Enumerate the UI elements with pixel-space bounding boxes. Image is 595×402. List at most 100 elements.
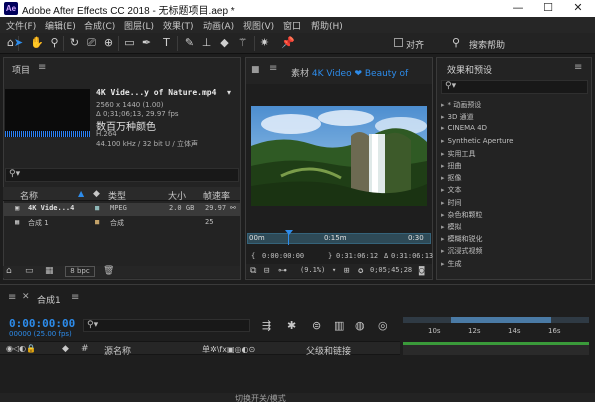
effects-category-item[interactable]: ▸ 实用工具 [441,149,476,159]
bit-depth-button[interactable]: 8 bpc [65,266,95,277]
col-fps[interactable]: 帧速率 [203,189,230,202]
expand-arrow-icon[interactable]: ▸ [441,101,445,109]
expand-arrow-icon[interactable]: ▸ [441,235,445,243]
in-time[interactable]: 0:00:00:00 [262,252,304,260]
pen-tool-icon[interactable]: ✒ [140,36,153,50]
menu-composition[interactable]: 合成(C) [84,19,115,32]
expand-arrow-icon[interactable]: ▸ [441,211,445,219]
expand-arrow-icon[interactable]: ▸ [441,223,445,231]
col-type[interactable]: 类型 [108,189,126,202]
expand-arrow-icon[interactable]: ▸ [441,162,445,170]
playhead-icon[interactable] [285,230,293,235]
effects-category-item[interactable]: ▸ 时间 [441,198,462,208]
col-source-name[interactable]: 源名称 [104,344,131,357]
new-comp-icon[interactable]: ▦ [45,266,54,276]
close-tab-icon[interactable]: ■ [251,65,260,75]
pin-tool-icon[interactable]: 📌 [281,36,295,50]
col-size[interactable]: 大小 [168,189,186,202]
align-checkbox[interactable] [394,38,403,47]
mask-tool-icon[interactable]: ▭ [123,36,136,50]
expand-arrow-icon[interactable]: ▸ [441,174,445,182]
out-point-icon[interactable]: } [328,252,332,260]
roto-brush-tool-icon[interactable]: ⚚ [236,36,249,50]
camera-snapshot-icon[interactable]: ◙ [419,266,424,276]
work-area-bar[interactable]: 00m 0:15m 0:30 [247,233,431,244]
camera-tool-icon[interactable]: ⎚ [85,36,98,50]
expand-arrow-icon[interactable]: ▸ [441,260,445,268]
col-parent[interactable]: 父级和链接 [306,344,351,357]
effects-category-item[interactable]: ▸ Synthetic Aperture [441,137,513,145]
panel-menu-icon[interactable]: ≡ [269,63,277,74]
out-time[interactable]: 0:31:06:12 [336,252,378,260]
expand-arrow-icon[interactable]: ▸ [441,186,445,194]
project-tab[interactable]: 项目 [12,63,30,76]
project-search-input[interactable]: ⚲▾ [5,168,239,182]
motion-blur-icon[interactable]: ◍ [355,319,365,332]
expand-arrow-icon[interactable]: ▸ [441,199,445,207]
menu-edit[interactable]: 编辑(E) [45,19,76,32]
menu-help[interactable]: 帮助(H) [311,19,343,32]
effects-category-item[interactable]: ▸ 文本 [441,185,462,195]
maximize-button[interactable]: ☐ [533,0,563,17]
effects-tab[interactable]: 效果和预设 [447,63,492,76]
effects-category-item[interactable]: ▸ 抠像 [441,173,462,183]
sort-up-icon[interactable]: ▲ [78,189,84,198]
search-help-label[interactable]: 搜索帮助 [469,38,505,51]
label-tag-icon[interactable]: ◆ [62,344,69,354]
menu-view[interactable]: 视图(V) [243,19,274,32]
timeline-tab[interactable]: 合成1 [37,293,61,306]
zoom-level[interactable]: (9.1%) [300,266,325,274]
footage-time-ruler[interactable]: 00m 0:15m 0:30 [247,228,431,248]
close-tab-icon[interactable]: ✕ [22,292,30,302]
current-time[interactable]: 0;05;45;28 [370,266,412,274]
shy-layers-icon[interactable]: ⊜ [312,319,321,332]
eraser-tool-icon[interactable]: ◆ [218,36,231,50]
menu-animation[interactable]: 动画(A) [203,19,234,32]
col-switches[interactable]: 单✲\fx▣◎◐⊙ [202,344,255,355]
effects-category-item[interactable]: ▸ 3D 通道 [441,112,474,122]
menu-file[interactable]: 文件(F) [6,19,36,32]
expand-arrow-icon[interactable]: ▸ [441,137,445,145]
mask-view-icon[interactable]: ⊶ [278,266,287,276]
table-row[interactable]: ▣ 4K Vide...4 ■ MPEG 2.0 GB 29.97 ⚯ [3,203,240,216]
expand-arrow-icon[interactable]: ▸ [441,113,445,121]
render-queue-icon[interactable]: ≡ [8,292,16,303]
timeline-search-input[interactable]: ⚲▾ [83,319,250,332]
effects-category-item[interactable]: ▸ 模糊和锐化 [441,234,483,244]
rotate-tool-icon[interactable]: ↻ [68,36,81,50]
footage-tab[interactable]: 素材 4K Video ❤ Beauty of [291,66,408,79]
expand-arrow-icon[interactable]: ▸ [441,124,445,132]
search-help-icon[interactable]: ⚲ [452,36,460,49]
toggle-switches-modes[interactable]: 切换开关/模式 [235,393,286,402]
menu-window[interactable]: 窗口 [283,19,301,32]
expand-arrow-icon[interactable]: ▸ [441,247,445,255]
effects-category-item[interactable]: ▸ 沉浸式视频 [441,246,483,256]
timeline-track[interactable] [403,345,589,355]
timeline-current-time[interactable]: 0:00:00:00 [9,317,75,330]
work-area-range[interactable] [451,317,551,323]
effects-category-item[interactable]: ▸ 扭曲 [441,161,462,171]
trash-icon[interactable]: 🗑 [103,266,114,276]
frame-blending-icon[interactable]: ▥ [334,319,344,332]
new-folder-icon[interactable]: ▭ [25,266,34,276]
graph-editor-icon[interactable]: ◎ [378,319,388,332]
col-name[interactable]: 名称 [20,189,38,202]
label-tag-icon[interactable]: ◆ [93,189,100,199]
pan-behind-tool-icon[interactable]: ⊕ [102,36,115,50]
timecode-icon[interactable]: ✪ [358,266,363,276]
av-switches-icons[interactable]: ◉◁◐🔒 [6,344,36,353]
minimize-button[interactable]: — [503,0,533,17]
effects-category-item[interactable]: ▸ CINEMA 4D [441,124,487,132]
panel-menu-icon[interactable]: ≡ [574,62,582,73]
magnifier-icon[interactable]: ⧉ [250,266,256,276]
expand-arrow-icon[interactable]: ▸ [441,150,445,158]
brush-tool-icon[interactable]: ✎ [183,36,196,50]
toggle-view-icon[interactable]: ⊟ [264,266,269,276]
snapshot-icon[interactable]: ⊞ [344,266,349,276]
clone-stamp-tool-icon[interactable]: ⊥ [200,36,213,50]
menu-effect[interactable]: 效果(T) [163,19,194,32]
effects-category-item[interactable]: ▸ 模拟 [441,222,462,232]
menu-layer[interactable]: 图层(L) [124,19,154,32]
panel-menu-icon[interactable]: ≡ [38,62,46,73]
table-row[interactable]: ▦ 合成 1 ■ 合成 25 [3,217,240,230]
